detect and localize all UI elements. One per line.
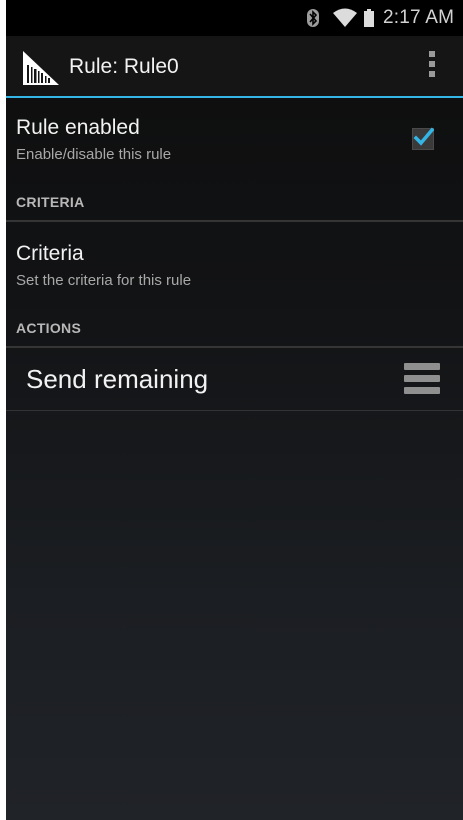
rule-enabled-checkbox[interactable] bbox=[412, 127, 434, 150]
rule-enabled-title: Rule enabled bbox=[16, 116, 140, 139]
criteria-category-label: CRITERIA bbox=[16, 194, 85, 210]
page-title: Rule: Rule0 bbox=[69, 55, 179, 78]
action-bar: Rule: Rule0 bbox=[6, 36, 463, 98]
drag-handle-icon[interactable] bbox=[404, 363, 444, 397]
criteria-title: Criteria bbox=[16, 242, 84, 265]
status-bar: 2:17 AM bbox=[6, 0, 463, 36]
barcode-scanner-icon bbox=[23, 51, 59, 85]
battery-icon bbox=[364, 9, 374, 27]
action-item-label: Send remaining bbox=[26, 364, 209, 394]
status-time: 2:17 AM bbox=[383, 7, 455, 28]
wifi-icon bbox=[333, 8, 357, 27]
criteria-category: CRITERIA bbox=[6, 184, 463, 222]
actions-category: ACTIONS bbox=[6, 310, 463, 348]
criteria-row[interactable]: Criteria Set the criteria for this rule bbox=[6, 222, 463, 302]
rule-enabled-row[interactable]: Rule enabled Enable/disable this rule bbox=[6, 98, 463, 178]
criteria-summary: Set the criteria for this rule bbox=[16, 272, 192, 289]
bluetooth-icon bbox=[307, 9, 319, 27]
overflow-menu-icon[interactable] bbox=[422, 51, 442, 81]
rule-enabled-summary: Enable/disable this rule bbox=[16, 146, 172, 163]
actions-category-label: ACTIONS bbox=[16, 320, 82, 336]
screen: 2:17 AM Rule: Rule0 Rule enabled Enable/… bbox=[6, 0, 463, 820]
checkmark-icon bbox=[413, 127, 434, 146]
action-item-send-remaining[interactable]: Send remaining bbox=[6, 348, 463, 411]
